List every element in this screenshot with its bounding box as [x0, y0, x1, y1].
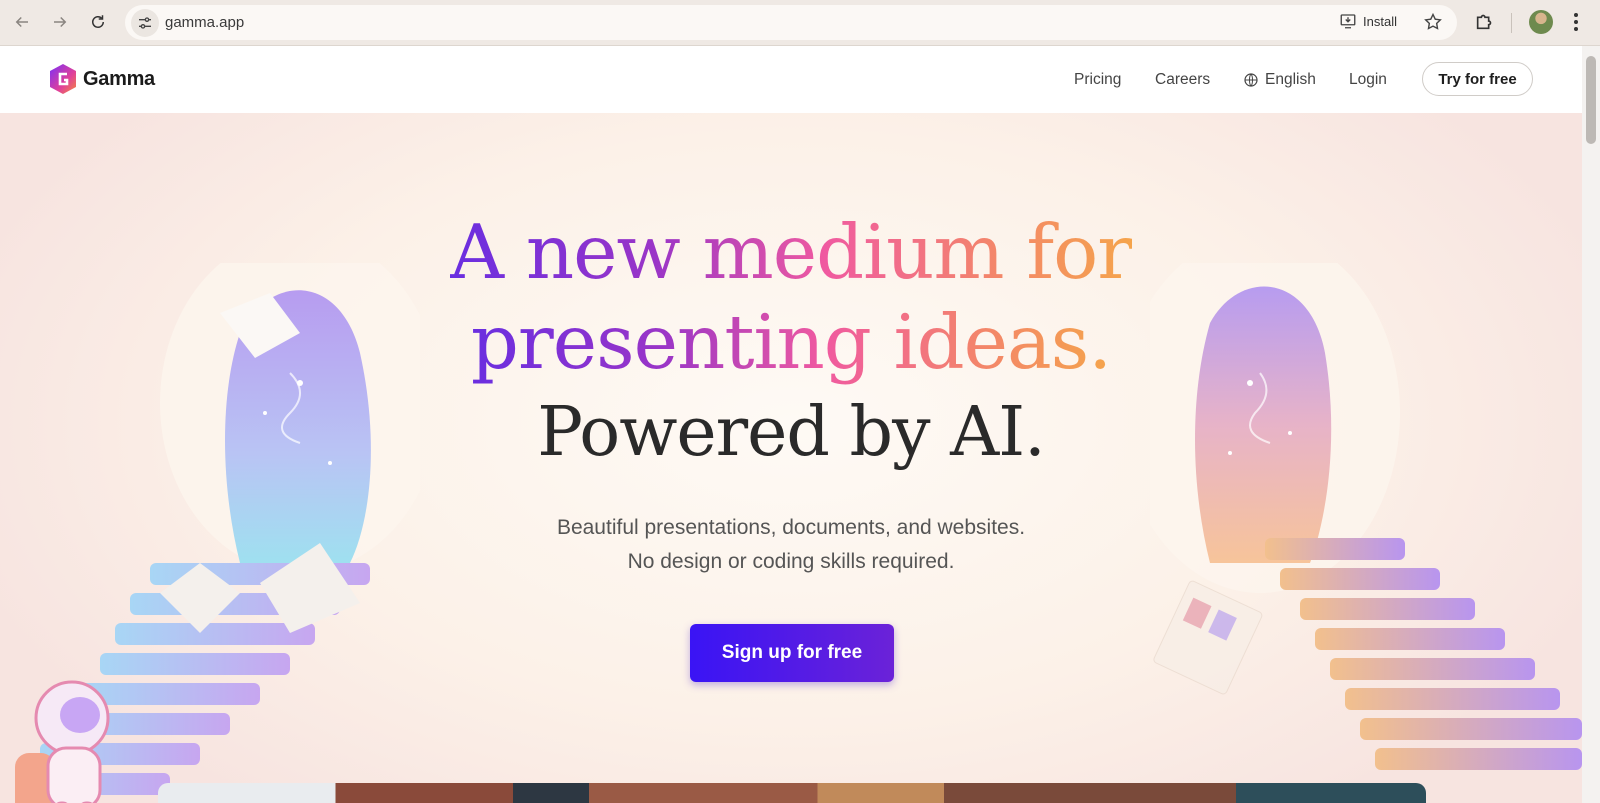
try-for-free-button[interactable]: Try for free	[1422, 62, 1533, 96]
profile-avatar[interactable]	[1529, 10, 1553, 34]
more-menu-icon[interactable]	[1572, 10, 1580, 39]
scrollbar-thumb[interactable]	[1586, 56, 1596, 144]
headline-text-1: A new medium for	[449, 208, 1133, 296]
page-scrollbar[interactable]	[1582, 46, 1600, 803]
install-button[interactable]: Install	[1339, 12, 1397, 30]
extensions-puzzle-icon[interactable]	[1474, 10, 1496, 37]
hero-subtitle-line1: Beautiful presentations, documents, and …	[556, 516, 1026, 539]
astronaut-figure	[15, 680, 110, 803]
hero-powered-by: Powered by AI.	[537, 393, 1045, 472]
browser-toolbar: gamma.app Install	[0, 0, 1600, 46]
reload-icon[interactable]	[85, 9, 111, 35]
headline-text-2: presenting ideas.	[470, 298, 1112, 386]
language-selector[interactable]: English	[1243, 71, 1316, 89]
product-preview-image	[158, 783, 1426, 803]
install-label: Install	[1363, 13, 1397, 29]
language-label: English	[1265, 71, 1316, 88]
site-info-icon[interactable]	[131, 9, 159, 37]
hero-section: A new medium for presenting ideas. Power…	[0, 113, 1582, 803]
hero-headline-line2: presenting ideas.	[0, 297, 1582, 387]
address-bar[interactable]: gamma.app Install	[125, 5, 1457, 40]
gamma-logo-icon	[50, 64, 76, 94]
brand-name: Gamma	[83, 67, 155, 90]
hero-headline-line1: A new medium for	[0, 207, 1582, 297]
brand-logo[interactable]: Gamma	[49, 63, 155, 95]
sign-up-button[interactable]: Sign up for free	[690, 624, 894, 682]
nav-careers[interactable]: Careers	[1155, 71, 1210, 89]
nav-pricing[interactable]: Pricing	[1074, 71, 1121, 89]
forward-arrow-icon[interactable]	[47, 9, 73, 35]
bookmark-star-icon[interactable]	[1423, 12, 1443, 37]
url-text[interactable]: gamma.app	[165, 14, 244, 31]
globe-icon	[1244, 73, 1258, 87]
install-icon	[1340, 14, 1356, 29]
nav-login[interactable]: Login	[1349, 71, 1387, 89]
hero-subtitle-line2: No design or coding skills required.	[627, 550, 955, 573]
back-arrow-icon[interactable]	[9, 9, 35, 35]
toolbar-divider	[1511, 13, 1512, 33]
site-header: Gamma Pricing Careers English Login Try …	[0, 46, 1582, 113]
